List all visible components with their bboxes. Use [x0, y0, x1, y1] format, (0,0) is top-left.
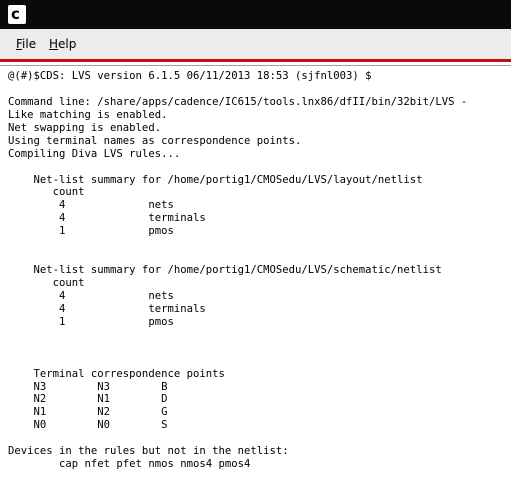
- log-line: cap nfet pfet nmos nmos4 pmos4: [8, 458, 251, 471]
- title-bar: c: [0, 0, 511, 29]
- log-line: count: [8, 277, 85, 289]
- menu-bar: File Help: [0, 29, 511, 59]
- log-line: 4 nets: [8, 199, 174, 212]
- log-line: N0 N0 S: [8, 419, 168, 432]
- log-line: @(#)$CDS: LVS version 6.1.5 06/11/2013 1…: [8, 70, 372, 82]
- app-icon-glyph: c: [11, 5, 20, 23]
- log-line: 1 pmos: [8, 315, 174, 328]
- log-line: N2 N1 D: [8, 393, 168, 406]
- menu-help-accel: H: [49, 37, 59, 51]
- log-line: Compiling Diva LVS rules...: [8, 147, 181, 160]
- log-line: 1 pmos: [8, 225, 174, 238]
- log-line: 4 terminals: [8, 302, 206, 315]
- log-line: 4 nets: [8, 289, 174, 302]
- menu-file-label: ile: [22, 37, 37, 51]
- log-line: Using terminal names as correspondence p…: [8, 134, 302, 147]
- menu-help-label: elp: [58, 37, 77, 51]
- log-line: Net-list summary for /home/portig1/CMOSe…: [8, 173, 423, 186]
- log-line: The net-lists match.: [8, 484, 511, 485]
- log-line: N3 N3 B: [8, 380, 168, 393]
- log-line: N1 N2 G: [8, 406, 168, 419]
- log-line: Command line: /share/apps/cadence/IC615/…: [8, 95, 468, 108]
- log-line: Terminal correspondence points: [8, 367, 225, 380]
- log-line: Like matching is enabled.: [8, 108, 168, 121]
- menu-help[interactable]: Help: [49, 37, 76, 51]
- log-line: Net swapping is enabled.: [8, 121, 162, 134]
- app-icon[interactable]: c: [8, 5, 26, 24]
- log-line: count: [8, 186, 85, 199]
- log-line: Devices in the rules but not in the netl…: [8, 445, 289, 458]
- menu-file[interactable]: File: [16, 37, 36, 51]
- log-output[interactable]: @(#)$CDS: LVS version 6.1.5 06/11/2013 1…: [8, 70, 511, 485]
- log-line: 4 terminals: [8, 212, 206, 225]
- log-line: Net-list summary for /home/portig1/CMOSe…: [8, 264, 442, 277]
